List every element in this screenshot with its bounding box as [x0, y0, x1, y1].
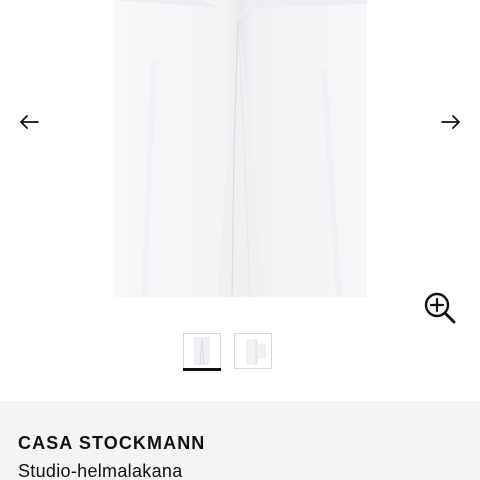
next-image-button[interactable]: [437, 108, 465, 136]
active-thumbnail-indicator: [183, 368, 221, 371]
thumbnail-image: [194, 337, 210, 366]
zoom-button[interactable]: [422, 290, 458, 326]
arrow-left-icon: [20, 115, 39, 129]
product-gallery: [0, 0, 480, 400]
product-name: Studio-helmalakana: [18, 461, 183, 480]
thumbnail-2[interactable]: [234, 333, 272, 371]
magnifier-plus-icon: [424, 292, 456, 324]
product-info: CASA STOCKMANN Studio-helmalakana: [0, 401, 480, 480]
brand-name[interactable]: CASA STOCKMANN: [18, 433, 205, 454]
thumbnail-strip: [183, 333, 272, 371]
thumbnail-1[interactable]: [183, 333, 221, 371]
previous-image-button[interactable]: [15, 108, 43, 136]
thumbnail-image: [246, 339, 266, 365]
thumbnail-frame: [183, 333, 221, 369]
thumbnail-frame: [234, 333, 272, 369]
product-image[interactable]: [114, 0, 367, 297]
arrow-right-icon: [441, 115, 460, 129]
bed-skirt-photo: [114, 0, 367, 297]
